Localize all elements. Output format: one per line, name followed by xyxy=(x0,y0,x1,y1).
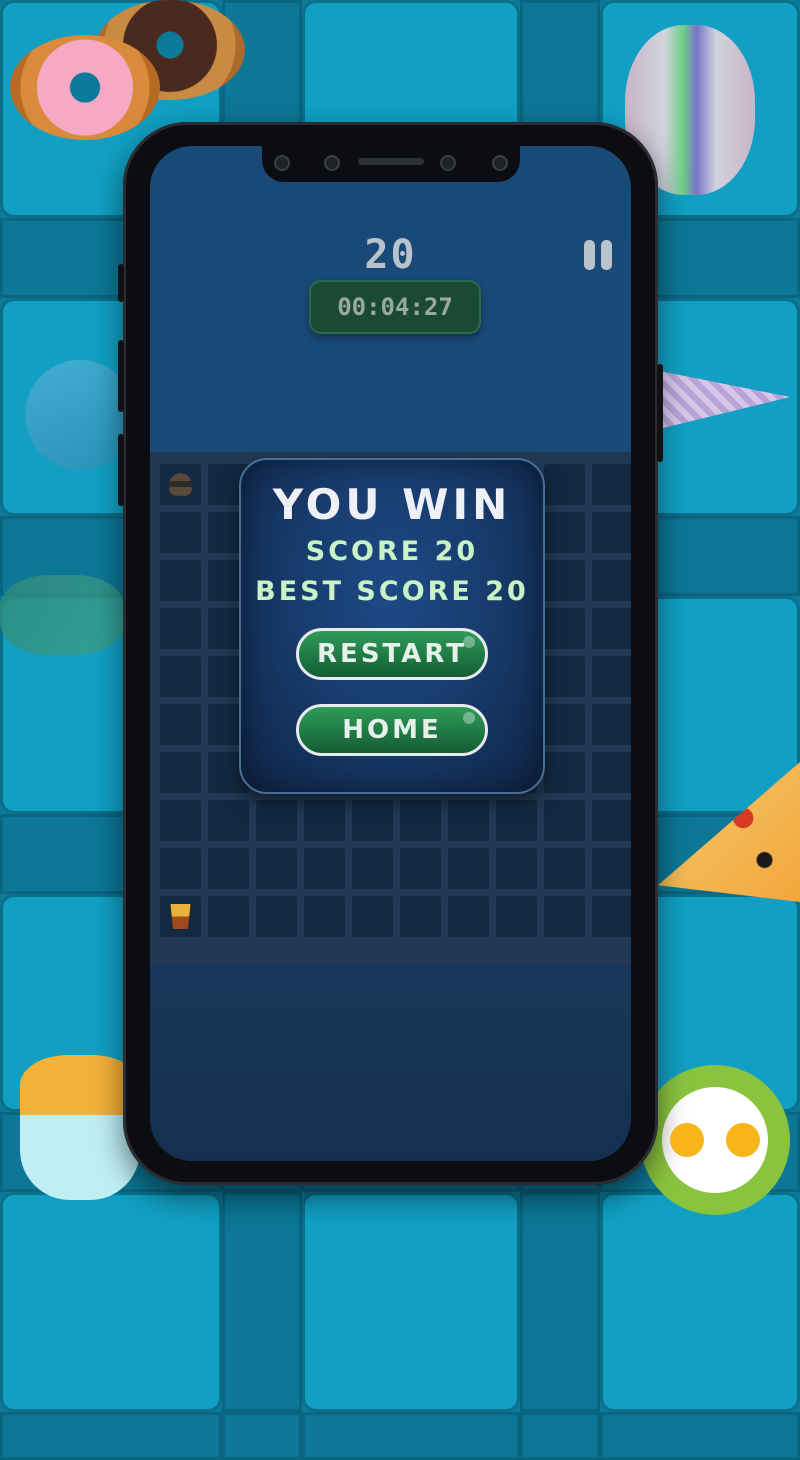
donut-pink-image xyxy=(10,35,160,140)
grid-cell[interactable] xyxy=(448,800,489,841)
grid-cell[interactable] xyxy=(592,608,631,649)
eggs-plate-image xyxy=(640,1065,790,1215)
home-label: HOME xyxy=(342,715,442,745)
win-title: YOU WIN xyxy=(272,480,512,529)
grid-cell[interactable] xyxy=(208,848,249,889)
grid-cell[interactable] xyxy=(160,704,201,745)
score-display: 20 xyxy=(364,232,417,278)
final-score: SCORE 20 xyxy=(305,536,479,567)
grid-cell[interactable] xyxy=(544,560,585,601)
grid-cell[interactable] xyxy=(544,608,585,649)
grid-cell[interactable] xyxy=(592,752,631,793)
grid-cell[interactable] xyxy=(544,656,585,697)
grid-cell[interactable] xyxy=(592,800,631,841)
grid-cell[interactable] xyxy=(592,848,631,889)
grid-cell[interactable] xyxy=(592,704,631,745)
grid-cell[interactable] xyxy=(496,800,537,841)
grid-cell[interactable] xyxy=(256,848,297,889)
grid-cell[interactable] xyxy=(496,896,537,937)
grid-cell[interactable] xyxy=(208,896,249,937)
grid-cell[interactable] xyxy=(352,896,393,937)
grid-cell[interactable] xyxy=(448,848,489,889)
phone-notch xyxy=(262,146,520,182)
grid-cell[interactable] xyxy=(304,848,345,889)
grid-cell[interactable] xyxy=(544,704,585,745)
grid-cell[interactable] xyxy=(160,464,201,505)
pause-icon xyxy=(584,240,595,270)
restart-label: RESTART xyxy=(317,639,467,669)
game-screen: 20 00:04:27 YOU WIN SCORE 20 BEST SCORE … xyxy=(150,146,631,1161)
grid-cell[interactable] xyxy=(160,608,201,649)
pause-button[interactable] xyxy=(584,240,614,272)
grid-cell[interactable] xyxy=(400,896,441,937)
grid-cell[interactable] xyxy=(544,512,585,553)
chips-image xyxy=(0,575,125,655)
restart-button[interactable]: RESTART xyxy=(296,628,488,680)
grid-cell[interactable] xyxy=(160,512,201,553)
grid-cell[interactable] xyxy=(592,512,631,553)
grid-cell[interactable] xyxy=(400,848,441,889)
best-score: BEST SCORE 20 xyxy=(255,576,529,607)
grid-cell[interactable] xyxy=(352,800,393,841)
timer-display: 00:04:27 xyxy=(309,280,481,334)
grid-cell[interactable] xyxy=(592,896,631,937)
grid-cell[interactable] xyxy=(160,896,201,937)
grid-cell[interactable] xyxy=(592,656,631,697)
grid-cell[interactable] xyxy=(160,560,201,601)
grid-cell[interactable] xyxy=(544,800,585,841)
fries-icon xyxy=(170,904,191,929)
grid-cell[interactable] xyxy=(544,848,585,889)
grid-cell[interactable] xyxy=(544,752,585,793)
grid-cell[interactable] xyxy=(160,848,201,889)
grid-cell[interactable] xyxy=(256,800,297,841)
grid-cell[interactable] xyxy=(400,800,441,841)
phone-frame: 20 00:04:27 YOU WIN SCORE 20 BEST SCORE … xyxy=(118,122,663,1185)
grid-cell[interactable] xyxy=(304,800,345,841)
win-dialog: YOU WIN SCORE 20 BEST SCORE 20 RESTART H… xyxy=(239,458,545,794)
grid-cell[interactable] xyxy=(496,848,537,889)
grid-cell[interactable] xyxy=(160,656,201,697)
grid-cell[interactable] xyxy=(304,896,345,937)
grid-cell[interactable] xyxy=(592,464,631,505)
grid-cell[interactable] xyxy=(352,848,393,889)
burger-icon xyxy=(169,473,192,496)
grid-cell[interactable] xyxy=(544,896,585,937)
grid-cell[interactable] xyxy=(256,896,297,937)
grid-cell[interactable] xyxy=(160,752,201,793)
home-button[interactable]: HOME xyxy=(296,704,488,756)
grid-cell[interactable] xyxy=(544,464,585,505)
grid-cell[interactable] xyxy=(448,896,489,937)
grid-cell[interactable] xyxy=(208,800,249,841)
grid-cell[interactable] xyxy=(592,560,631,601)
grid-cell[interactable] xyxy=(160,800,201,841)
nachos-bowl-image xyxy=(20,1055,140,1205)
